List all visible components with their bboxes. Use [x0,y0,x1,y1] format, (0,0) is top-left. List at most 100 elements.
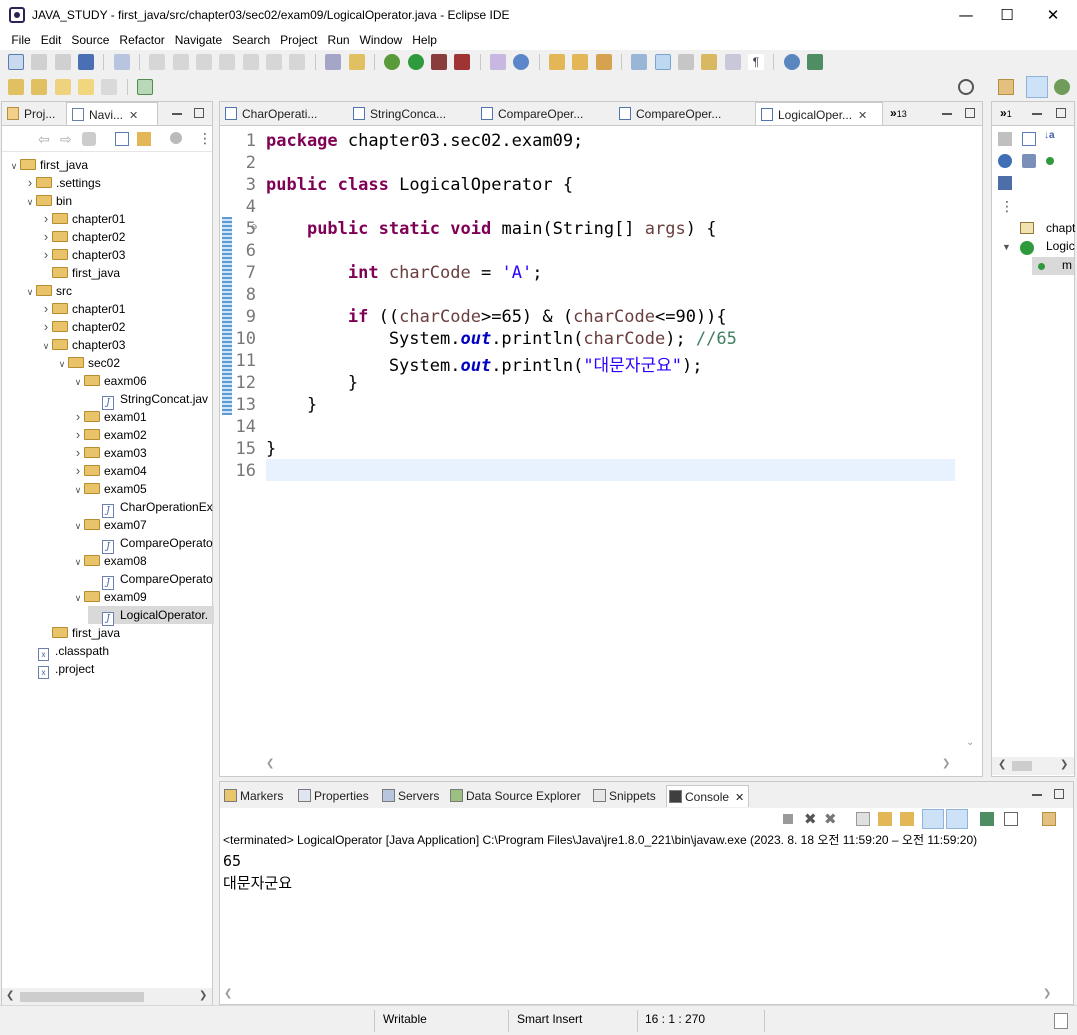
tree-xml-file[interactable]: x .project [24,660,94,679]
expanded-icon[interactable]: ∨ [56,355,68,373]
expand-icon[interactable]: ▼ [1002,242,1011,252]
tab-snippets[interactable]: Snippets [591,785,656,807]
open-task-icon[interactable] [572,54,589,70]
tab-compareoper-1[interactable]: CompareOper... [476,102,614,125]
up-icon[interactable] [82,132,96,146]
collapsed-icon[interactable]: › [40,318,52,336]
close-icon[interactable]: ✕ [735,792,744,804]
close-icon[interactable]: ✕ [858,110,867,122]
tree-folder[interactable]: › exam01 [72,408,147,426]
server-icon[interactable] [807,54,824,70]
outline-package[interactable]: chapt [1046,221,1075,235]
minimize-button[interactable]: — [943,0,989,30]
tree-folder[interactable]: ∨ exam09 [72,588,147,606]
expanded-icon[interactable]: ∨ [8,157,20,175]
annotation-icon[interactable] [631,54,648,70]
view-menu-icon[interactable]: ⋮ [198,130,212,147]
tree-java-file[interactable]: J StringConcat.jav [88,390,208,410]
new-java-project-icon[interactable] [489,54,506,70]
navigator-hscroll[interactable]: ❮ ❯ [2,988,212,1006]
block-selection-icon[interactable] [678,54,694,70]
menu-run[interactable]: Run [323,30,355,50]
step-over-icon[interactable] [266,54,283,70]
menu-source[interactable]: Source [66,30,114,50]
run-icon[interactable] [407,54,424,70]
code-area[interactable]: 1 package chapter03.sec02.exam09; 2 3 public… [220,127,982,752]
terminate-console-icon[interactable] [783,814,793,824]
tree-folder[interactable]: › exam03 [72,444,147,462]
code-line[interactable]: } [266,373,358,393]
tree-folder[interactable]: › chapter01 [40,300,126,318]
suspend-icon[interactable] [172,54,189,70]
terminate-icon[interactable] [196,54,213,70]
debug-perspective-icon[interactable] [1054,79,1070,95]
drop-to-frame-icon[interactable] [348,54,365,70]
tree-folder[interactable]: ∨ exam07 [72,516,147,534]
code-line[interactable]: } [266,439,276,459]
console-output[interactable]: 65 대문자군요 [220,848,1073,986]
save-all-icon[interactable] [54,54,71,70]
skip-breakpoints-icon[interactable] [113,54,130,70]
tree-folder[interactable]: ∨ src [24,282,72,300]
tree-folder[interactable]: ∨ sec02 [56,354,120,372]
minimize-outline-icon[interactable] [1032,113,1042,115]
collapsed-icon[interactable]: › [72,408,84,426]
expanded-icon[interactable]: ∨ [72,481,84,499]
minimize-editor-icon[interactable] [942,113,952,115]
expanded-icon[interactable]: ∨ [40,337,52,355]
maximize-button[interactable]: ☐ [984,0,1030,30]
collapsed-icon[interactable]: › [40,210,52,228]
collapsed-icon[interactable]: › [72,444,84,462]
expanded-icon[interactable]: ∨ [24,283,36,301]
expanded-icon[interactable]: ∨ [72,373,84,391]
collapsed-icon[interactable]: › [40,246,52,264]
clear-console-icon[interactable] [856,812,870,826]
word-wrap-icon[interactable] [900,812,914,826]
expanded-icon[interactable]: ∨ [24,193,36,211]
new-icon[interactable] [8,54,24,70]
tree-folder[interactable]: › chapter02 [40,228,126,246]
code-line[interactable]: int charCode = 'A'; [266,263,543,283]
close-icon[interactable]: ✕ [129,110,138,122]
remove-all-icon[interactable]: ✖ [824,810,837,828]
tab-markers[interactable]: Markers [222,785,283,807]
tab-navigator[interactable]: Navi... ✕ [66,102,158,125]
tree-java-file[interactable]: J CharOperationEx [88,498,213,518]
expanded-icon[interactable]: ∨ [72,589,84,607]
open-type-icon[interactable] [548,54,565,70]
hide-static-icon[interactable] [1022,154,1036,168]
tree-folder[interactable]: › chapter01 [40,210,126,228]
tab-stringconcat[interactable]: StringConca... [348,102,476,125]
show-on-stderr-icon[interactable] [946,809,968,829]
tree-folder[interactable]: › exam02 [72,426,147,444]
tree-folder[interactable]: first_java [40,264,120,282]
hide-local-types-icon[interactable] [998,176,1012,190]
back-arrow-icon[interactable]: ⇦ [38,131,50,148]
collapsed-icon[interactable]: › [24,174,36,192]
step-return-icon[interactable] [289,54,306,70]
outline-method[interactable]: m [1062,258,1072,272]
tab-logicaloperator[interactable]: LogicalOper... ✕ [755,102,883,125]
minimize-view-icon[interactable] [172,113,182,115]
tree-folder[interactable]: › exam04 [72,462,147,480]
hide-fields-icon[interactable] [998,154,1012,168]
tree-folder[interactable]: ∨ bin [24,192,72,210]
menu-search[interactable]: Search [227,30,275,50]
collapse-all-icon[interactable] [115,132,129,146]
next-edit-location-icon[interactable] [8,79,24,95]
menu-help[interactable]: Help [407,30,442,50]
tree-folder[interactable]: ∨ eaxm06 [72,372,147,390]
tree-folder[interactable]: › chapter03 [40,246,126,264]
console-hscroll[interactable]: ❮ ❯ [220,986,1073,1004]
code-line[interactable]: public class LogicalOperator { [266,175,573,195]
search-tool-icon[interactable] [595,54,612,70]
display-console-icon[interactable] [1004,812,1018,826]
toggle-mark-occurrences-icon[interactable] [654,54,671,70]
tree-java-file[interactable]: J CompareOperato [88,534,213,554]
code-line[interactable]: System.out.println(charCode); //65 [266,329,737,349]
debug-icon[interactable] [384,54,401,70]
fold-toggle-icon[interactable]: ⊖ [251,222,257,233]
save-icon[interactable] [31,54,48,70]
maximize-editor-icon[interactable] [965,108,975,118]
notifications-icon[interactable] [1054,1013,1068,1029]
